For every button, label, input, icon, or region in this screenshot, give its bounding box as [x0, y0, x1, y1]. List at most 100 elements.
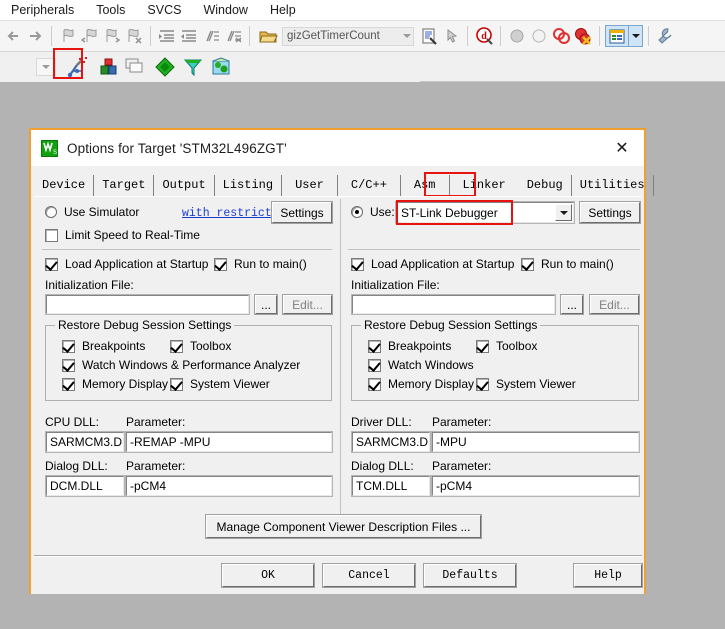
- download-flash-icon[interactable]: [154, 56, 176, 78]
- target-options-icon[interactable]: [66, 56, 88, 78]
- tab-linker[interactable]: Linker: [450, 175, 519, 196]
- use-debugger-row: Use:: [351, 205, 395, 219]
- defaults-button[interactable]: Defaults: [424, 564, 516, 587]
- left-toolbox-checkbox[interactable]: [170, 340, 183, 353]
- left-dialog-dll-param-input[interactable]: -pCM4: [126, 476, 332, 496]
- file-properties-icon[interactable]: [418, 25, 440, 47]
- left-cpu-dll-param-input[interactable]: -REMAP -MPU: [126, 432, 332, 452]
- indent-increase-icon[interactable]: [156, 25, 178, 47]
- left-dialog-dll-input[interactable]: DCM.DLL: [46, 476, 124, 496]
- left-cpu-dll-input[interactable]: SARMCM3.DLL: [46, 432, 124, 452]
- right-watch-windows-checkbox[interactable]: [368, 359, 381, 372]
- manage-windows-dropdown-icon[interactable]: [629, 25, 643, 47]
- right-watch-windows-label: Watch Windows: [388, 358, 474, 372]
- comment-lines-icon[interactable]: [200, 25, 222, 47]
- right-load-app-checkbox[interactable]: [351, 258, 364, 271]
- breakpoint-disable-all-icon[interactable]: [550, 25, 572, 47]
- build-target-icon[interactable]: [98, 56, 120, 78]
- indent-decrease-icon[interactable]: [178, 25, 200, 47]
- right-driver-dll-input[interactable]: SARMCM3.DLL: [352, 432, 430, 452]
- manage-component-viewer-button[interactable]: Manage Component Viewer Description File…: [206, 515, 481, 538]
- tab-output[interactable]: Output: [154, 175, 214, 196]
- help-button[interactable]: Help: [574, 564, 642, 587]
- menu-item-peripherals[interactable]: Peripherals: [0, 0, 85, 20]
- menu-item-tools[interactable]: Tools: [85, 0, 136, 20]
- left-browse-button[interactable]: ...: [255, 295, 277, 314]
- menu-item-window[interactable]: Window: [192, 0, 258, 20]
- open-folder-icon[interactable]: [257, 25, 279, 47]
- package-installer-icon[interactable]: [210, 56, 232, 78]
- bookmark-clear-icon[interactable]: [123, 25, 145, 47]
- menu-item-help[interactable]: Help: [259, 0, 307, 20]
- use-debugger-radio[interactable]: [351, 206, 363, 218]
- breakpoint-insert-icon[interactable]: [506, 25, 528, 47]
- bookmark-prev-icon[interactable]: [79, 25, 101, 47]
- tab-user[interactable]: User: [282, 175, 338, 196]
- right-run-to-main-checkbox[interactable]: [521, 258, 534, 271]
- nav-back-icon[interactable]: [2, 25, 24, 47]
- right-driver-dll-param-input[interactable]: -MPU: [432, 432, 639, 452]
- left-system-viewer-checkbox[interactable]: [170, 378, 183, 391]
- tab-listing[interactable]: Listing: [215, 175, 282, 196]
- left-load-app-row: Load Application at Startup: [45, 257, 208, 271]
- simulator-settings-button[interactable]: Settings: [272, 202, 332, 223]
- bookmark-toggle-icon[interactable]: [57, 25, 79, 47]
- right-dialog-dll-param-input[interactable]: -pCM4: [432, 476, 639, 496]
- right-memory-display-checkbox[interactable]: [368, 378, 381, 391]
- debug-session-icon[interactable]: d: [473, 25, 495, 47]
- limit-speed-row: Limit Speed to Real-Time: [45, 228, 200, 242]
- right-divider-line: [348, 249, 640, 250]
- rebuild-all-icon[interactable]: [124, 56, 146, 78]
- limit-speed-label: Limit Speed to Real-Time: [65, 228, 200, 242]
- right-breakpoints-checkbox[interactable]: [368, 340, 381, 353]
- function-combo[interactable]: gizGetTimerCount: [282, 27, 414, 46]
- insert-cursor-icon[interactable]: [440, 25, 462, 47]
- left-dialog-dll-param-label: Parameter:: [126, 459, 185, 473]
- left-load-app-checkbox[interactable]: [45, 258, 58, 271]
- left-watch-windows-checkbox[interactable]: [62, 359, 75, 372]
- breakpoint-toggle-icon[interactable]: [528, 25, 550, 47]
- close-icon[interactable]: ✕: [600, 130, 644, 166]
- right-run-to-main-label: Run to main(): [541, 257, 614, 271]
- manage-windows-icon[interactable]: [605, 25, 629, 47]
- tab-strip: Device Target Output Listing User C/C++ …: [34, 174, 654, 196]
- nav-forward-icon[interactable]: [24, 25, 46, 47]
- tab-asm[interactable]: Asm: [401, 175, 450, 196]
- limit-speed-checkbox[interactable]: [45, 229, 58, 242]
- uncomment-lines-icon[interactable]: [222, 25, 244, 47]
- right-browse-button[interactable]: ...: [561, 295, 583, 314]
- debugger-select-value: ST-Link Debugger: [401, 206, 498, 220]
- right-system-viewer-checkbox[interactable]: [476, 378, 489, 391]
- left-edit-button[interactable]: Edit...: [283, 295, 332, 314]
- right-init-file-input[interactable]: [352, 295, 555, 314]
- ok-button[interactable]: OK: [222, 564, 314, 587]
- debugger-settings-button[interactable]: Settings: [580, 202, 640, 223]
- tab-target[interactable]: Target: [94, 175, 154, 196]
- tab-c-cpp[interactable]: C/C++: [338, 175, 401, 196]
- right-edit-button[interactable]: Edit...: [590, 295, 639, 314]
- toolbar-separator: [249, 26, 250, 46]
- filter-icon[interactable]: [182, 56, 204, 78]
- left-breakpoints-checkbox[interactable]: [62, 340, 75, 353]
- left-run-to-main-checkbox[interactable]: [214, 258, 227, 271]
- configure-wrench-icon[interactable]: [654, 25, 676, 47]
- left-init-file-input[interactable]: [46, 295, 249, 314]
- tab-utilities[interactable]: Utilities: [572, 175, 654, 196]
- tab-debug[interactable]: Debug: [519, 175, 572, 196]
- breakpoint-kill-all-icon[interactable]: [572, 25, 594, 47]
- left-memory-display-checkbox[interactable]: [62, 378, 75, 391]
- target-combo-dropdown-icon[interactable]: [36, 58, 56, 76]
- dialog-body: Device Target Output Listing User C/C++ …: [31, 166, 644, 594]
- bookmark-next-icon[interactable]: [101, 25, 123, 47]
- footer-separator: [34, 555, 642, 557]
- left-system-viewer-label: System Viewer: [190, 377, 270, 391]
- chevron-down-icon[interactable]: [555, 204, 572, 221]
- right-dialog-dll-input[interactable]: TCM.DLL: [352, 476, 430, 496]
- use-simulator-radio[interactable]: [45, 206, 57, 218]
- menu-item-svcs[interactable]: SVCS: [136, 0, 192, 20]
- svg-text:d: d: [481, 31, 487, 42]
- tab-device[interactable]: Device: [34, 175, 94, 196]
- debugger-select[interactable]: ST-Link Debugger: [396, 202, 574, 223]
- right-toolbox-checkbox[interactable]: [476, 340, 489, 353]
- cancel-button[interactable]: Cancel: [323, 564, 415, 587]
